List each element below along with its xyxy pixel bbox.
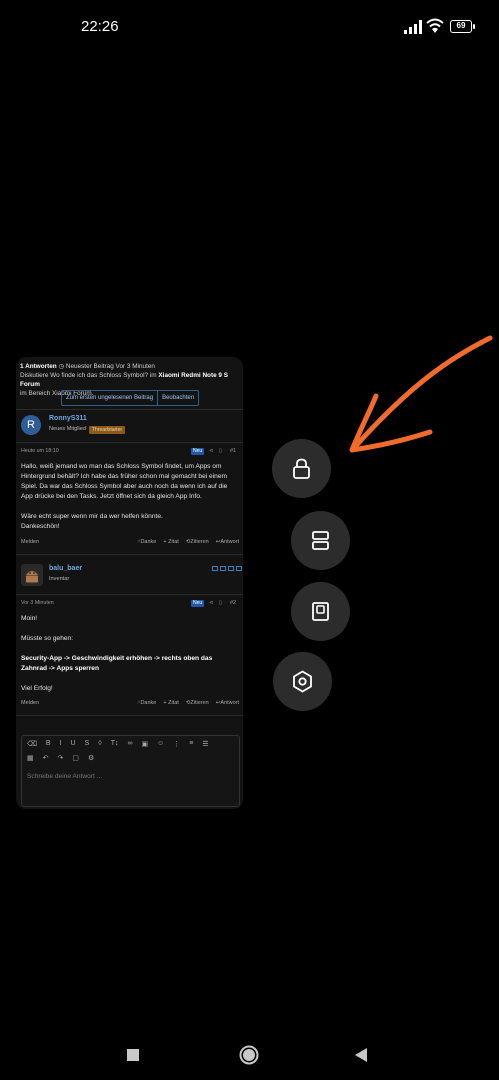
user-role: Inventar xyxy=(49,576,70,582)
answers-count: 1 Antworten xyxy=(20,363,57,370)
post-paragraph: Dankeschön! xyxy=(21,523,60,530)
share-icon[interactable]: ⋖ xyxy=(209,600,213,606)
split-screen-icon xyxy=(312,531,329,550)
color-icon[interactable]: ◊ xyxy=(98,740,101,748)
avatar[interactable]: R xyxy=(21,415,41,435)
image-icon[interactable]: ▣ xyxy=(142,740,149,748)
battery-icon: 69 xyxy=(450,20,475,33)
bookmark-icon[interactable]: ▯ xyxy=(219,448,222,454)
app-info-button[interactable] xyxy=(273,652,332,711)
emoji-icon[interactable]: ☺ xyxy=(157,740,164,748)
post-actions: Melden ☝Danke + Zitat ⟲Zitieren ↩Antwort xyxy=(21,700,239,709)
report-link[interactable]: Melden xyxy=(21,539,39,545)
clock-icon: ◷ xyxy=(58,363,66,370)
reply-button[interactable]: ↩Antwort xyxy=(216,539,239,545)
settings-small-icon[interactable]: ⚙ xyxy=(88,754,94,762)
small-window-button[interactable] xyxy=(291,582,350,641)
author-name[interactable]: balu_baer xyxy=(49,565,82,572)
thanks-label: Danke xyxy=(140,539,157,545)
bookmark-icon[interactable]: ▯ xyxy=(219,600,222,606)
divider xyxy=(16,409,243,410)
back-button[interactable] xyxy=(354,1047,368,1063)
post-paragraph: Hallo, weiß jemand wo man das Schloss Sy… xyxy=(21,463,228,500)
drawn-arrow-annotation xyxy=(349,335,493,453)
recents-button[interactable] xyxy=(127,1049,139,1061)
align-icon[interactable]: ≡ xyxy=(189,740,193,748)
new-badge: Neu xyxy=(191,600,205,607)
drafts-icon[interactable]: ▢ xyxy=(72,754,79,762)
app-preview-card[interactable]: 1 Antworten ◷ Neuester Beitrag Vor 3 Min… xyxy=(16,357,243,809)
cite-label: Zitieren xyxy=(190,539,209,545)
back-icon xyxy=(355,1048,367,1062)
post-paragraph: Müsste so gehen: xyxy=(21,635,74,642)
home-button[interactable] xyxy=(239,1045,259,1065)
reply-placeholder[interactable]: Schreibe deine Antwort ... xyxy=(27,773,102,780)
eraser-icon[interactable]: ⌫ xyxy=(27,740,37,748)
post-paragraph: Wäre echt super wenn mir da wer helfen k… xyxy=(21,513,163,520)
post-paragraph: Moin! xyxy=(21,615,38,622)
list-icon[interactable]: ☰ xyxy=(202,740,208,748)
redo-icon[interactable]: ↷ xyxy=(58,754,64,762)
link-icon[interactable]: ∞ xyxy=(128,740,133,748)
split-screen-button[interactable] xyxy=(291,511,350,570)
android-avatar[interactable] xyxy=(21,564,43,586)
editor-toolbar-row2: ▦ ↶ ↷ ▢ ⚙ xyxy=(27,754,94,762)
lock-app-button[interactable] xyxy=(272,439,331,498)
divider xyxy=(16,715,243,716)
divider xyxy=(16,594,243,595)
editor-toolbar-row1: ⌫ B I U S ◊ T↕ ∞ ▣ ☺ ⋮ ≡ ☰ xyxy=(27,740,209,748)
bold-button[interactable]: B xyxy=(46,740,51,748)
reply-button[interactable]: ↩Antwort xyxy=(216,700,239,706)
share-icon[interactable]: ⋖ xyxy=(209,448,213,454)
lock-icon xyxy=(293,458,310,479)
cite-button[interactable]: ⟲Zitieren xyxy=(186,539,209,545)
undo-icon[interactable]: ↶ xyxy=(43,754,49,762)
quote-button[interactable]: + Zitat xyxy=(163,700,178,706)
thread-buttons: Zum ersten ungelesenen Beitrag Beobachte… xyxy=(61,390,200,406)
clock: 22:26 xyxy=(81,18,119,35)
post-number[interactable]: #2 xyxy=(230,600,236,606)
underline-button[interactable]: U xyxy=(71,740,76,748)
post-time[interactable]: Heute um 18:10 xyxy=(21,448,59,454)
threadstarter-badge: Threadstarter xyxy=(89,426,126,434)
thanks-label: Danke xyxy=(140,700,157,706)
user-trophy-icons xyxy=(212,566,242,571)
strike-button[interactable]: S xyxy=(85,740,90,748)
more-icon[interactable]: ⋮ xyxy=(173,740,180,748)
thanks-button[interactable]: ☝Danke xyxy=(137,700,156,706)
latest-post: Neuester Beitrag Vor 3 Minuten xyxy=(65,363,155,370)
post-actions: Melden ☝Danke + Zitat ⟲Zitieren ↩Antwort xyxy=(21,539,239,548)
post-body: Moin! Müsste so gehen: Security-App -> G… xyxy=(21,614,239,694)
post-body: Hallo, weiß jemand wo man das Schloss Sy… xyxy=(21,462,239,532)
watch-button[interactable]: Beobachten xyxy=(157,391,198,405)
post-number[interactable]: #1 xyxy=(230,448,236,454)
font-size-button[interactable]: T↕ xyxy=(111,740,119,748)
user-role: Neues Mitglied xyxy=(49,426,86,432)
post-paragraph: Viel Erfolg! xyxy=(21,685,53,692)
divider xyxy=(16,554,243,555)
cite-button[interactable]: ⟲Zitieren xyxy=(186,700,209,706)
new-badge: Neu xyxy=(191,448,205,455)
cite-label: Zitieren xyxy=(190,700,209,706)
home-icon xyxy=(239,1045,259,1065)
author-name[interactable]: RonnyS311 xyxy=(49,415,87,422)
table-icon[interactable]: ▦ xyxy=(27,754,34,762)
wifi-icon xyxy=(426,18,444,33)
status-bar: 22:26 69 xyxy=(0,0,499,50)
summary-text: Diskutiere Wo finde ich das Schloss Symb… xyxy=(20,372,159,379)
reply-label: Antwort xyxy=(220,539,239,545)
signal-icon xyxy=(404,20,422,34)
quote-button[interactable]: + Zitat xyxy=(163,539,178,545)
thanks-button[interactable]: ☝Danke xyxy=(137,539,156,545)
divider xyxy=(16,442,243,443)
small-window-icon xyxy=(312,602,329,621)
italic-button[interactable]: I xyxy=(60,740,62,748)
post-time[interactable]: Vor 3 Minuten xyxy=(21,600,54,606)
reply-label: Antwort xyxy=(220,700,239,706)
first-unread-button[interactable]: Zum ersten ungelesenen Beitrag xyxy=(62,391,157,405)
settings-icon xyxy=(293,670,312,693)
post-paragraph-bold: Security-App -> Geschwindigkeit erhöhen … xyxy=(21,655,213,672)
report-link[interactable]: Melden xyxy=(21,700,39,706)
reply-editor[interactable]: ⌫ B I U S ◊ T↕ ∞ ▣ ☺ ⋮ ≡ ☰ ▦ ↶ ↷ ▢ ⚙ Sch… xyxy=(21,735,240,807)
